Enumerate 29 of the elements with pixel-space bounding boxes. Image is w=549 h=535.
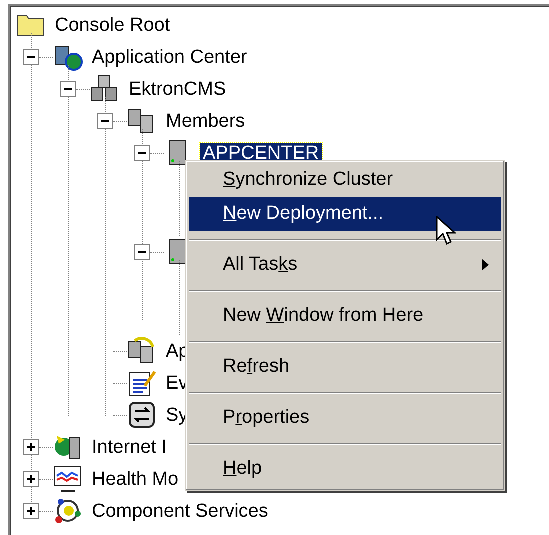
collapse-button[interactable]: [23, 49, 39, 65]
tree-item[interactable]: Console Root: [52, 14, 174, 36]
collapse-button[interactable]: [134, 244, 150, 260]
arrows-icon: [127, 400, 157, 430]
tree-item[interactable]: Component Services: [89, 500, 272, 522]
tree-item[interactable]: EktronCMS: [126, 78, 230, 100]
expand-button[interactable]: [23, 471, 39, 487]
menu-item[interactable]: New Window from Here: [189, 299, 501, 333]
mouse-pointer-icon: [436, 216, 456, 246]
menu-item[interactable]: New Deployment...: [189, 197, 501, 231]
collapse-button[interactable]: [60, 81, 76, 97]
menu-item[interactable]: Refresh: [189, 350, 501, 384]
menu-item[interactable]: Properties: [189, 401, 501, 435]
monitor-chart-icon: [53, 464, 83, 494]
menu-item[interactable]: Help: [189, 452, 501, 486]
servers-icon: [127, 336, 157, 366]
collapse-button[interactable]: [134, 145, 150, 161]
menu-item[interactable]: All Tasks: [189, 248, 501, 282]
tree-item[interactable]: Application Center: [89, 46, 250, 68]
tree-item[interactable]: Internet I: [89, 436, 170, 458]
expand-button[interactable]: [23, 503, 39, 519]
menu-item[interactable]: Synchronize Cluster: [189, 163, 501, 197]
expand-button[interactable]: [23, 439, 39, 455]
cubes-icon: [90, 74, 120, 104]
collapse-button[interactable]: [97, 113, 113, 129]
gear-molecule-icon: [53, 496, 83, 526]
notepad-icon: [127, 368, 157, 398]
tree-item[interactable]: Health Mo: [89, 468, 182, 490]
tree-item[interactable]: Members: [163, 110, 248, 132]
